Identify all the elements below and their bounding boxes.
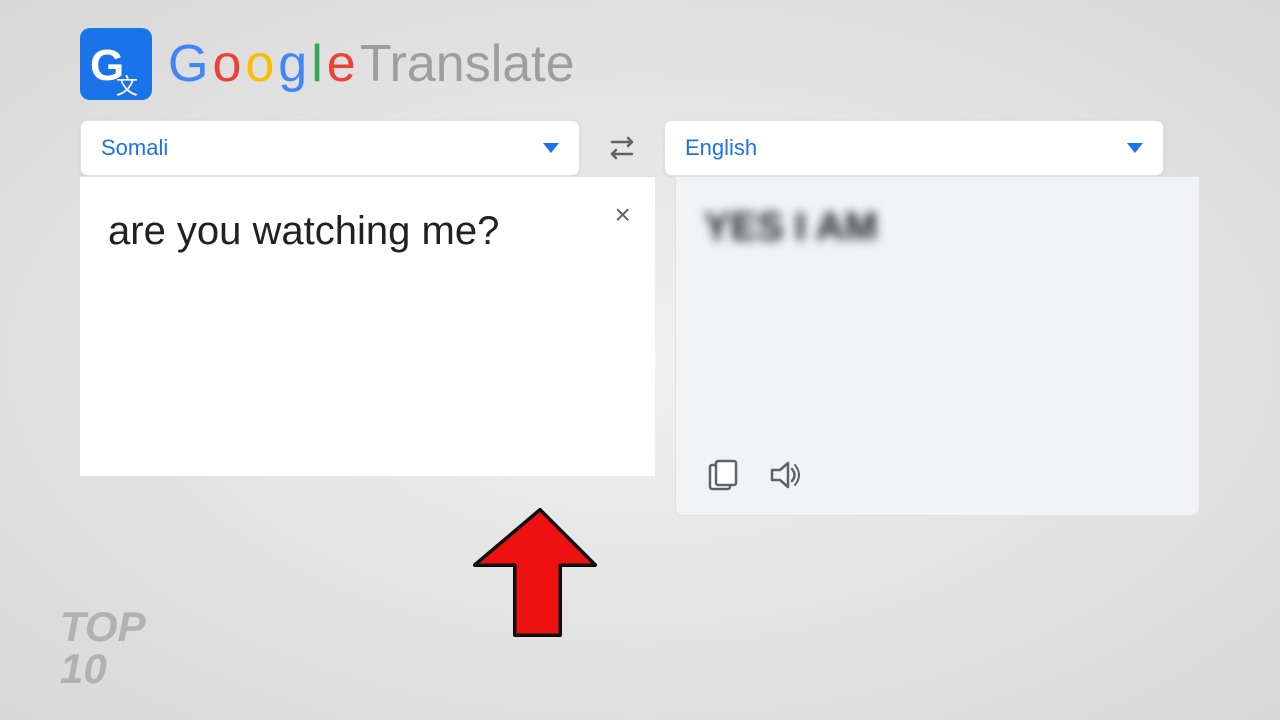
- target-language-label: English: [685, 135, 757, 161]
- title-l: l: [311, 34, 323, 94]
- swap-icon: [606, 132, 638, 164]
- translated-text-content: YES I AM: [704, 205, 1171, 250]
- copy-translation-button[interactable]: [704, 455, 744, 495]
- header: G 文 Google Translate: [0, 0, 1280, 120]
- source-language-select[interactable]: Somali: [80, 120, 580, 176]
- svg-text:文: 文: [116, 74, 138, 99]
- title-g2: g: [278, 34, 307, 94]
- speaker-icon: [766, 457, 802, 493]
- title-e: e: [327, 34, 356, 94]
- title-o1: o: [212, 34, 241, 94]
- language-selector-row: Somali English: [80, 120, 1200, 176]
- google-logo-icon: G 文: [80, 28, 152, 100]
- swap-languages-button[interactable]: [600, 126, 644, 170]
- target-language-chevron-icon: [1127, 143, 1143, 153]
- title-translate: Translate: [360, 34, 575, 94]
- translation-panels: are you watching me? × YES I AM: [80, 176, 1200, 516]
- clear-source-button[interactable]: ×: [614, 201, 630, 229]
- speak-translation-button[interactable]: [764, 455, 804, 495]
- source-text-panel: are you watching me? ×: [80, 176, 655, 476]
- copy-icon: [706, 457, 742, 493]
- source-text-content: are you watching me?: [108, 205, 627, 257]
- red-arrow-annotation: [440, 500, 600, 640]
- source-language-chevron-icon: [543, 143, 559, 153]
- main-content: Somali English are you watching me? ×: [0, 120, 1280, 516]
- target-action-buttons: [704, 435, 1171, 495]
- source-language-label: Somali: [101, 135, 168, 161]
- watermark-logo: TOP10: [60, 606, 146, 690]
- arrow-icon: [440, 500, 600, 640]
- target-text-panel: YES I AM: [675, 176, 1200, 516]
- title-o2: o: [245, 34, 274, 94]
- app-title: Google Translate: [168, 34, 575, 94]
- title-g: G: [168, 34, 208, 94]
- target-language-select[interactable]: English: [664, 120, 1164, 176]
